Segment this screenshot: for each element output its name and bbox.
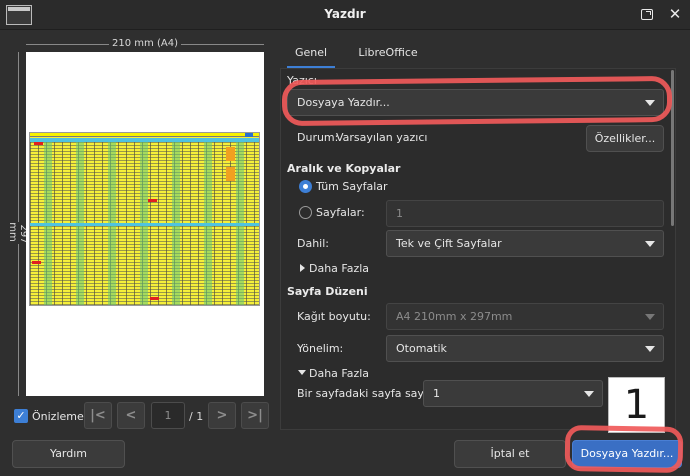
next-page-button[interactable]: >: [208, 402, 236, 429]
current-page-input[interactable]: 1: [151, 402, 185, 429]
paper-width-dimension: 210 mm (A4): [26, 38, 264, 50]
paper-size-value: A4 210mm x 297mm: [396, 310, 513, 323]
chevron-down-icon: [645, 241, 655, 247]
printer-select-value: Dosyaya Yazdır...: [297, 96, 390, 109]
range-more-expander[interactable]: Daha Fazla: [309, 262, 369, 275]
pages-label: Sayfalar:: [316, 206, 365, 219]
help-button[interactable]: Yardım: [12, 440, 125, 468]
paper-height-dimension: 297 mm: [7, 52, 29, 396]
tab-general[interactable]: Genel: [287, 40, 335, 68]
chevron-down-icon: [645, 100, 655, 106]
paper-size-label: Kağıt boyutu:: [297, 310, 371, 323]
preview-checkbox[interactable]: ✓: [14, 409, 28, 423]
orientation-select[interactable]: Otomatik: [386, 335, 664, 362]
chevron-down-icon: [645, 346, 655, 352]
printer-select[interactable]: Dosyaya Yazdır...: [287, 89, 664, 116]
window-title: Yazdır: [324, 7, 366, 21]
printer-section-label: Yazıcı: [287, 74, 317, 87]
layout-more-expander[interactable]: Daha Fazla: [309, 367, 369, 380]
include-select-value: Tek ve Çift Sayfalar: [396, 237, 502, 250]
chevron-down-icon: [645, 314, 655, 320]
status-value: Varsayılan yazıcı: [336, 131, 428, 144]
paper-width-label: 210 mm (A4): [109, 38, 181, 49]
last-page-button[interactable]: >|: [241, 402, 269, 429]
range-section-title: Aralık ve Kopyalar: [287, 162, 401, 175]
include-select[interactable]: Tek ve Çift Sayfalar: [386, 230, 664, 257]
expand-down-icon[interactable]: [298, 370, 306, 375]
include-label: Dahil:: [297, 237, 330, 250]
preview-checkbox-label: Önizleme: [32, 410, 84, 423]
pages-per-sheet-value: 1: [433, 387, 440, 400]
first-page-button[interactable]: |<: [84, 402, 112, 429]
close-icon[interactable]: ✕: [668, 7, 682, 22]
first-page-icon: |<: [90, 408, 106, 423]
previous-page-button[interactable]: <: [117, 402, 145, 429]
next-page-icon: >: [216, 408, 228, 423]
all-pages-label: Tüm Sayfalar: [316, 180, 388, 193]
previous-page-icon: <: [125, 408, 137, 423]
paper-size-select[interactable]: A4 210mm x 297mm: [386, 303, 664, 330]
print-to-file-button[interactable]: Dosyaya Yazdır...: [572, 440, 682, 468]
title-bar: Yazdır ✕: [0, 0, 690, 30]
pages-per-sheet-select[interactable]: 1: [423, 380, 603, 407]
panel-scrollbar[interactable]: [671, 70, 674, 226]
cancel-button[interactable]: İptal et: [454, 440, 566, 468]
pages-radio[interactable]: [299, 206, 312, 219]
maximize-icon[interactable]: [641, 9, 653, 20]
orientation-label: Yönelim:: [297, 342, 344, 355]
all-pages-radio[interactable]: [299, 180, 312, 193]
pages-range-input[interactable]: 1: [386, 200, 664, 227]
last-page-icon: >|: [247, 408, 263, 423]
expand-right-icon[interactable]: [300, 264, 305, 272]
status-label: Durum:: [297, 131, 339, 144]
tab-libreoffice-calc[interactable]: LibreOffice Calc: [346, 40, 430, 85]
print-preview-page: [26, 52, 264, 396]
spreadsheet-thumbnail: [29, 132, 260, 306]
layout-section-title: Sayfa Düzeni: [287, 285, 368, 298]
pages-per-sheet-label: Bir sayfadaki sayfa sayısı:: [297, 387, 440, 400]
orientation-value: Otomatik: [396, 342, 447, 355]
pages-per-sheet-preview: 1: [608, 377, 665, 433]
chevron-down-icon: [584, 391, 594, 397]
total-pages-label: / 1: [189, 410, 204, 423]
properties-button[interactable]: Özellikler...: [586, 125, 664, 152]
